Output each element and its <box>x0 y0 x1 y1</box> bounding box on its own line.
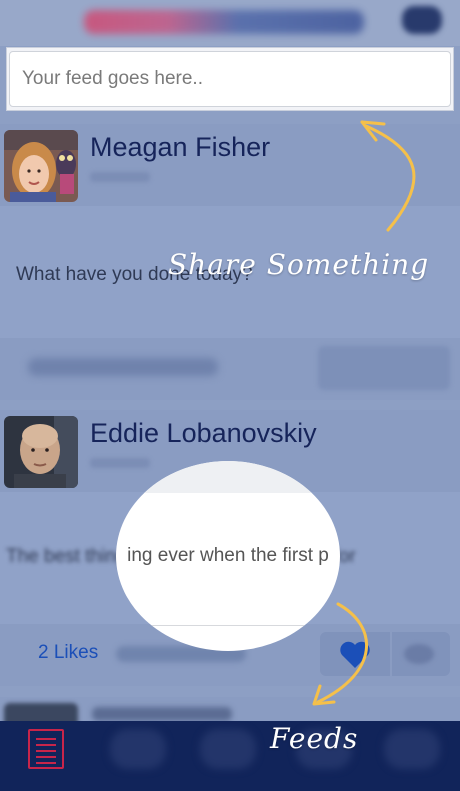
author-name <box>92 707 232 721</box>
messages-tab[interactable] <box>200 729 256 769</box>
feeds-annotation: Feeds <box>270 722 359 755</box>
spotlight-post-text: ing ever when the first p <box>127 545 329 566</box>
heart-icon <box>340 641 370 668</box>
man-avatar-icon <box>4 416 78 488</box>
comment-bubble-icon <box>404 644 434 664</box>
next-post-peek <box>0 697 460 727</box>
friends-tab[interactable] <box>110 729 166 769</box>
spotlight-highlight: ing ever when the first p <box>116 461 340 651</box>
like-button[interactable] <box>320 632 390 676</box>
woman-avatar-icon <box>4 130 78 202</box>
likes-comments-summary <box>28 358 218 376</box>
menu-list-icon[interactable] <box>28 729 64 769</box>
post-actions <box>0 338 460 400</box>
author-name[interactable]: Eddie Lobanovskiy <box>90 418 317 449</box>
bottom-nav <box>0 721 460 791</box>
avatar[interactable] <box>4 416 78 488</box>
spotlight-header-strip <box>116 461 340 493</box>
like-comment-buttons[interactable] <box>318 346 450 390</box>
likes-count[interactable]: 2 Likes <box>38 642 98 664</box>
app-logo <box>84 10 364 34</box>
feed-input[interactable] <box>9 51 451 107</box>
header-toggle-button[interactable] <box>402 6 442 34</box>
spotlight-divider <box>116 625 340 626</box>
share-annotation: Share Something <box>168 248 430 281</box>
app-header <box>0 0 460 46</box>
avatar[interactable] <box>4 130 78 202</box>
post-timestamp <box>90 172 150 182</box>
post-header: Meagan Fisher <box>0 124 460 206</box>
author-name[interactable]: Meagan Fisher <box>90 132 270 163</box>
comment-button[interactable] <box>392 632 450 676</box>
feed-input-container <box>6 47 454 111</box>
settings-tab[interactable] <box>384 729 440 769</box>
